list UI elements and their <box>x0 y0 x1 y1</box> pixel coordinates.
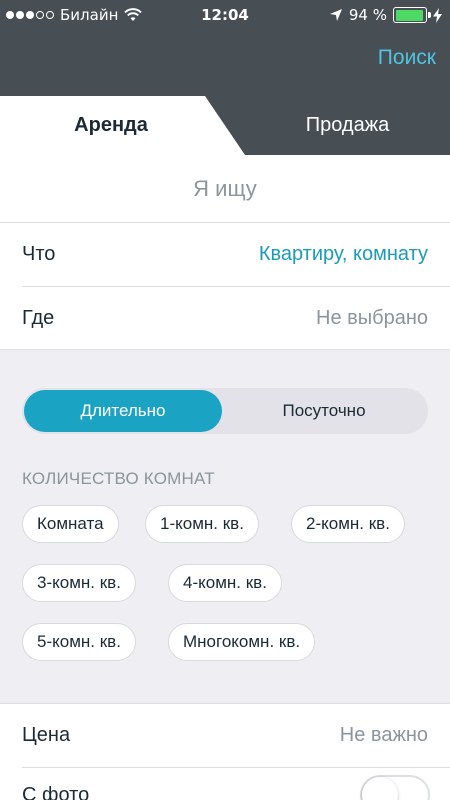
room-chip-room[interactable]: Комната <box>22 505 119 543</box>
what-row[interactable]: Что Квартиру, комнату <box>0 223 450 286</box>
photo-toggle[interactable] <box>360 775 430 800</box>
room-chip-3[interactable]: 3-комн. кв. <box>22 564 136 602</box>
room-chip-1[interactable]: 1-комн. кв. <box>145 505 259 543</box>
segment-long-term[interactable]: Длительно <box>24 390 222 432</box>
room-chip-5[interactable]: 5-комн. кв. <box>22 623 136 661</box>
what-label: Что <box>22 243 56 265</box>
charging-bolt-icon <box>433 7 442 23</box>
battery-icon <box>393 7 431 23</box>
toggle-knob <box>362 777 398 800</box>
location-arrow-icon <box>329 9 342 21</box>
status-right: 94 % <box>329 6 442 24</box>
price-row[interactable]: Цена Не важно <box>0 704 450 767</box>
page-subtitle: Я ищу <box>0 155 450 223</box>
status-bar: Билайн 12:04 94 % <box>0 0 450 30</box>
where-label: Где <box>22 307 55 329</box>
tab-rent[interactable]: Аренда <box>0 96 222 155</box>
where-value: Не выбрано <box>316 307 428 329</box>
rooms-section-title: КОЛИЧЕСТВО КОМНАТ <box>22 469 215 488</box>
room-chip-multi[interactable]: Многокомн. кв. <box>168 623 316 661</box>
battery-percent: 94 % <box>348 6 387 24</box>
room-chip-4[interactable]: 4-комн. кв. <box>168 564 282 602</box>
room-chip-2[interactable]: 2-комн. кв. <box>291 505 405 543</box>
term-segmented-control: Длительно Посуточно <box>22 388 428 434</box>
search-button[interactable]: Поиск <box>378 46 436 70</box>
segment-daily[interactable]: Посуточно <box>222 390 426 432</box>
where-row[interactable]: Где Не выбрано <box>0 287 450 350</box>
filters-panel: Длительно Посуточно КОЛИЧЕСТВО КОМНАТ Ко… <box>0 349 450 704</box>
tab-sale[interactable]: Продажа <box>245 96 450 155</box>
what-value: Квартиру, комнату <box>258 243 428 265</box>
price-label: Цена <box>22 724 71 746</box>
price-value: Не важно <box>339 724 428 746</box>
photo-row: С фото <box>0 768 450 800</box>
photo-label: С фото <box>22 784 90 800</box>
